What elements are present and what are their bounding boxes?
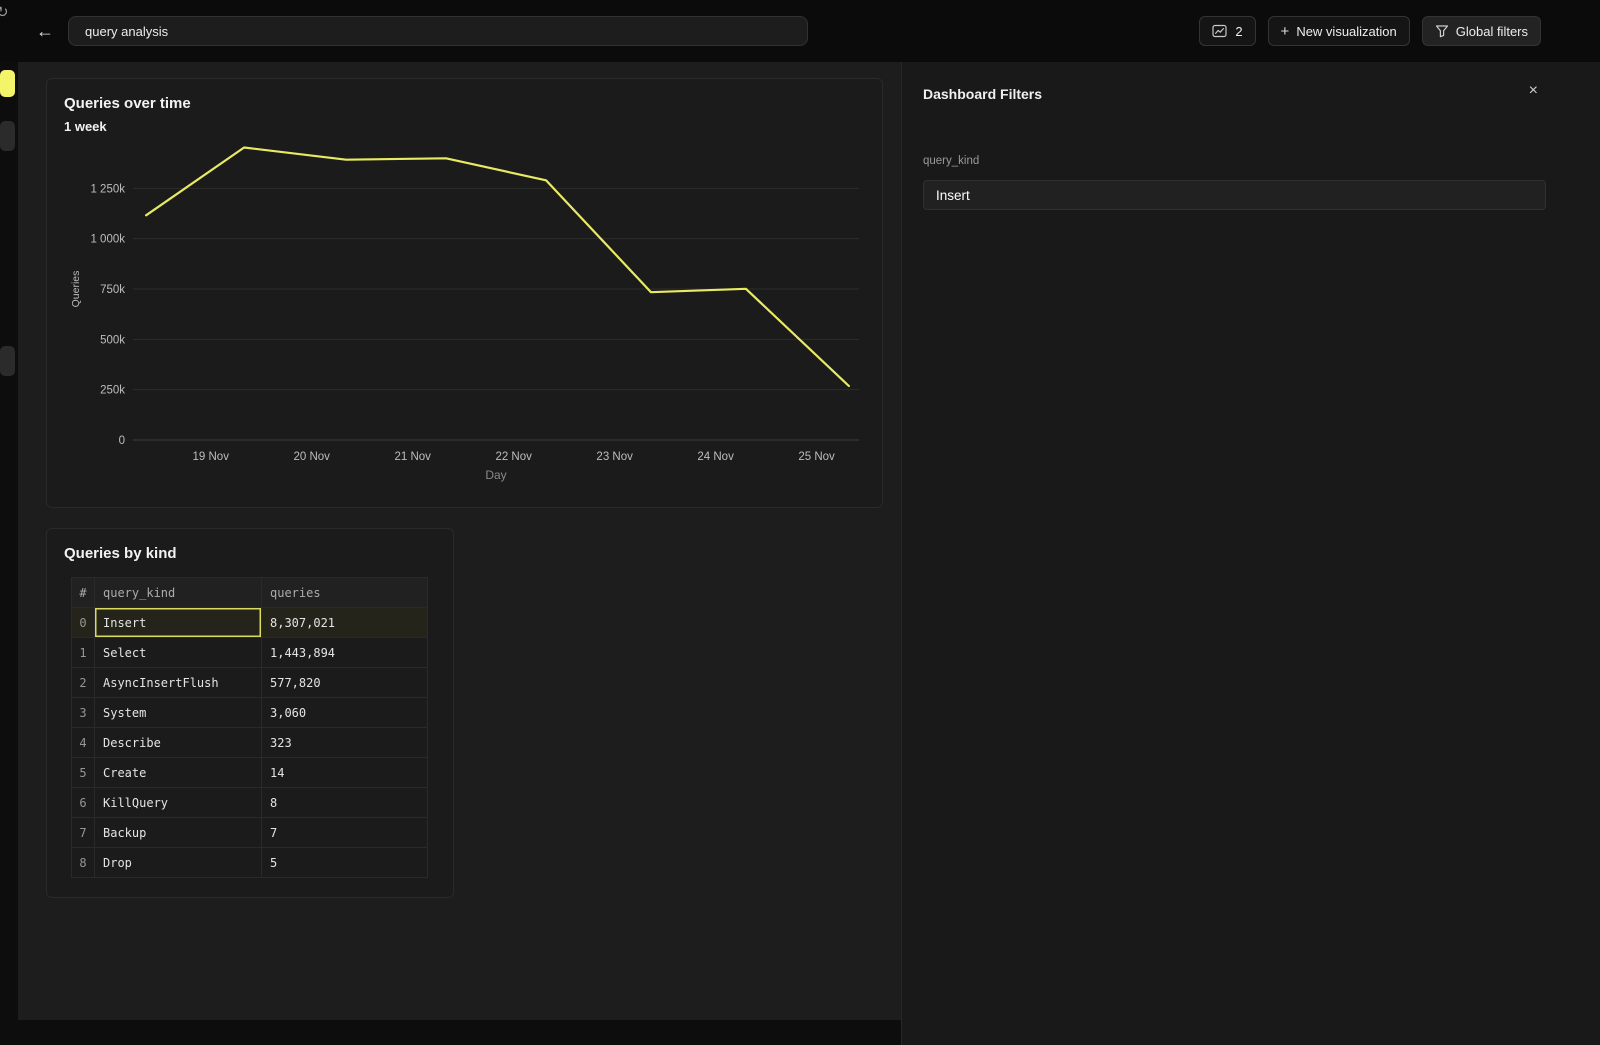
topbar-actions: 2 + New visualization Global filters [1199,16,1541,46]
sidebar-item-active[interactable] [0,70,15,97]
visualizations-icon [1212,24,1228,38]
queries-value-cell[interactable]: 3,060 [262,698,428,728]
row-index: 4 [72,728,95,758]
funnel-icon [1435,24,1449,38]
table-column-header[interactable]: queries [262,578,428,608]
query-kind-cell[interactable]: Create [95,758,262,788]
topbar: ← 2 + New visualization Global filters [0,0,1600,62]
global-filters-button[interactable]: Global filters [1422,16,1541,46]
query-kind-cell[interactable]: Drop [95,848,262,878]
svg-text:20 Nov: 20 Nov [294,451,331,463]
svg-text:1 000k: 1 000k [90,234,125,246]
svg-text:1 250k: 1 250k [90,183,125,195]
dashboard-canvas: Queries over time 1 week 0 250k 500k 750k 1 … [18,62,901,1020]
dashboard-filters-panel: Dashboard Filters × query_kind [901,62,1600,1045]
queries-value-cell[interactable]: 323 [262,728,428,758]
svg-text:Queries: Queries [70,271,82,308]
dashboard-title-input[interactable] [68,16,808,46]
queries-value-cell[interactable]: 5 [262,848,428,878]
refresh-icon[interactable]: ↻ [0,3,9,21]
table-row[interactable]: 7Backup7 [72,818,428,848]
query-kind-cell[interactable]: Backup [95,818,262,848]
query-kind-filter-input[interactable] [923,180,1546,210]
panel-title: Dashboard Filters [923,86,1042,102]
chart-title: Queries over time [64,95,882,112]
row-index: 6 [72,788,95,818]
row-index: 8 [72,848,95,878]
table-header-row: #query_kindqueries [72,578,428,608]
queries-by-kind-table: #query_kindqueries 0Insert8,307,0211Sele… [71,577,428,878]
table-column-header[interactable]: query_kind [95,578,262,608]
table-column-header[interactable]: # [72,578,95,608]
table-wrap: #query_kindqueries 0Insert8,307,0211Sele… [71,577,453,878]
table-row[interactable]: 5Create14 [72,758,428,788]
queries-value-cell[interactable]: 8 [262,788,428,818]
filter-field-label: query_kind [923,155,979,167]
table-row[interactable]: 2AsyncInsertFlush577,820 [72,668,428,698]
query-kind-cell[interactable]: Insert [95,608,262,638]
new-visualization-label: New visualization [1296,24,1396,39]
queries-by-kind-card: Queries by kind #query_kindqueries 0Inse… [46,528,454,898]
query-kind-cell[interactable]: Describe [95,728,262,758]
global-filters-label: Global filters [1456,24,1528,39]
row-index: 7 [72,818,95,848]
svg-text:750k: 750k [100,284,125,296]
row-index: 2 [72,668,95,698]
svg-text:24 Nov: 24 Nov [697,451,734,463]
table-row[interactable]: 3System3,060 [72,698,428,728]
row-index: 3 [72,698,95,728]
svg-text:0: 0 [119,435,125,447]
row-index: 0 [72,608,95,638]
queries-over-time-card: Queries over time 1 week 0 250k 500k 750k 1 … [46,78,883,508]
back-arrow-icon[interactable]: ← [36,22,54,40]
svg-text:25 Nov: 25 Nov [798,451,835,463]
queries-over-time-chart: 0 250k 500k 750k 1 000k 1 250k 19 Nov 20 Nov 21 … [47,138,882,490]
table-title: Queries by kind [64,545,453,562]
plus-icon: + [1281,24,1290,39]
query-kind-cell[interactable]: KillQuery [95,788,262,818]
query-kind-cell[interactable]: Select [95,638,262,668]
table-row[interactable]: 4Describe323 [72,728,428,758]
table-row[interactable]: 6KillQuery8 [72,788,428,818]
queries-value-cell[interactable]: 1,443,894 [262,638,428,668]
svg-text:250k: 250k [100,385,125,397]
table-row[interactable]: 8Drop5 [72,848,428,878]
queries-value-cell[interactable]: 7 [262,818,428,848]
queries-value-cell[interactable]: 577,820 [262,668,428,698]
visualization-count-button[interactable]: 2 [1199,16,1255,46]
query-kind-cell[interactable]: AsyncInsertFlush [95,668,262,698]
table-row[interactable]: 0Insert8,307,021 [72,608,428,638]
svg-text:21 Nov: 21 Nov [394,451,431,463]
row-index: 5 [72,758,95,788]
queries-value-cell[interactable]: 14 [262,758,428,788]
svg-text:500k: 500k [100,334,125,346]
new-visualization-button[interactable]: + New visualization [1268,16,1410,46]
svg-text:19 Nov: 19 Nov [193,451,230,463]
left-rail [0,62,18,1045]
close-icon[interactable]: × [1529,83,1538,99]
svg-text:23 Nov: 23 Nov [596,451,633,463]
svg-text:22 Nov: 22 Nov [495,451,532,463]
svg-text:Day: Day [485,468,506,482]
chart-subtitle: 1 week [64,119,882,134]
visualization-count: 2 [1235,24,1242,39]
query-kind-cell[interactable]: System [95,698,262,728]
sidebar-item-2[interactable] [0,346,15,376]
table-row[interactable]: 1Select1,443,894 [72,638,428,668]
sidebar-item-1[interactable] [0,121,15,151]
row-index: 1 [72,638,95,668]
queries-value-cell[interactable]: 8,307,021 [262,608,428,638]
